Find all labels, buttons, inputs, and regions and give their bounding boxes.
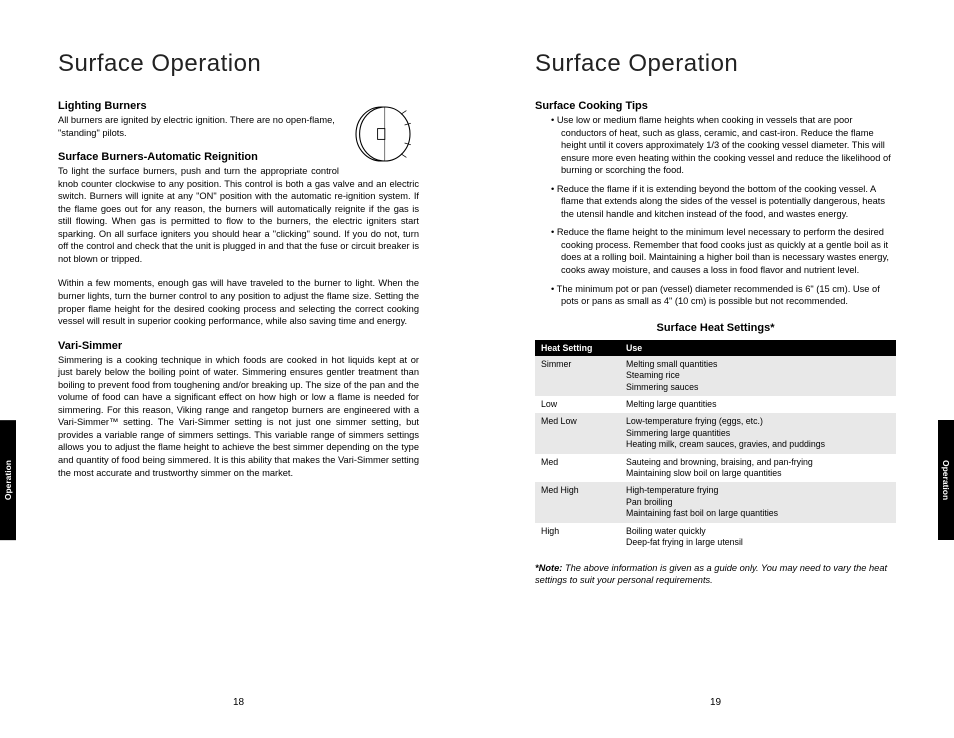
cell-setting: High [535, 523, 620, 552]
cell-use: Sauteing and browning, braising, and pan… [620, 454, 896, 483]
table-title: Surface Heat Settings* [535, 322, 896, 334]
list-item: The minimum pot or pan (vessel) diameter… [551, 283, 896, 308]
note-text: The above information is given as a guid… [535, 563, 887, 586]
page-spread: Surface Operation Lighting Burners All b… [0, 0, 954, 738]
cell-use: Low-temperature frying (eggs, etc.)Simme… [620, 413, 896, 453]
page-left: Surface Operation Lighting Burners All b… [0, 0, 477, 738]
list-item: Reduce the flame if it is extending beyo… [551, 183, 896, 221]
page-number-right: 19 [477, 697, 954, 708]
table-row: HighBoiling water quicklyDeep-fat frying… [535, 523, 896, 552]
table-row: Med LowLow-temperature frying (eggs, etc… [535, 413, 896, 453]
table-row: MedSauteing and browning, braising, and … [535, 454, 896, 483]
cell-setting: Med High [535, 482, 620, 522]
table-row: Med HighHigh-temperature fryingPan broil… [535, 482, 896, 522]
page-right: Surface Operation Surface Cooking Tips U… [477, 0, 954, 738]
cell-setting: Med [535, 454, 620, 483]
cell-setting: Simmer [535, 356, 620, 396]
cell-setting: Low [535, 396, 620, 413]
list-item: Use low or medium flame heights when coo… [551, 114, 896, 177]
note-label: *Note: [535, 563, 562, 573]
list-item: Reduce the flame height to the minimum l… [551, 226, 896, 276]
cell-use: Melting small quantitiesSteaming riceSim… [620, 356, 896, 396]
page-title-right: Surface Operation [535, 50, 896, 78]
footnote: *Note: The above information is given as… [535, 562, 896, 587]
cooking-tips-list: Use low or medium flame heights when coo… [535, 114, 896, 308]
heading-vari-simmer: Vari-Simmer [58, 340, 419, 352]
table-row: SimmerMelting small quantitiesSteaming r… [535, 356, 896, 396]
cell-use: Melting large quantities [620, 396, 896, 413]
cell-setting: Med Low [535, 413, 620, 453]
cell-use: Boiling water quicklyDeep-fat frying in … [620, 523, 896, 552]
control-knob-icon [347, 98, 419, 170]
th-setting: Heat Setting [535, 340, 620, 356]
text-auto-reignition-p1: To light the surface burners, push and t… [58, 165, 419, 265]
th-use: Use [620, 340, 896, 356]
heat-settings-table: Heat Setting Use SimmerMelting small qua… [535, 340, 896, 552]
page-title-left: Surface Operation [58, 50, 419, 78]
text-vari-simmer: Simmering is a cooking technique in whic… [58, 354, 419, 479]
text-auto-reignition-p2: Within a few moments, enough gas will ha… [58, 277, 419, 327]
table-row: LowMelting large quantities [535, 396, 896, 413]
cell-use: High-temperature fryingPan broilingMaint… [620, 482, 896, 522]
heading-cooking-tips: Surface Cooking Tips [535, 100, 896, 112]
page-number-left: 18 [0, 697, 477, 708]
